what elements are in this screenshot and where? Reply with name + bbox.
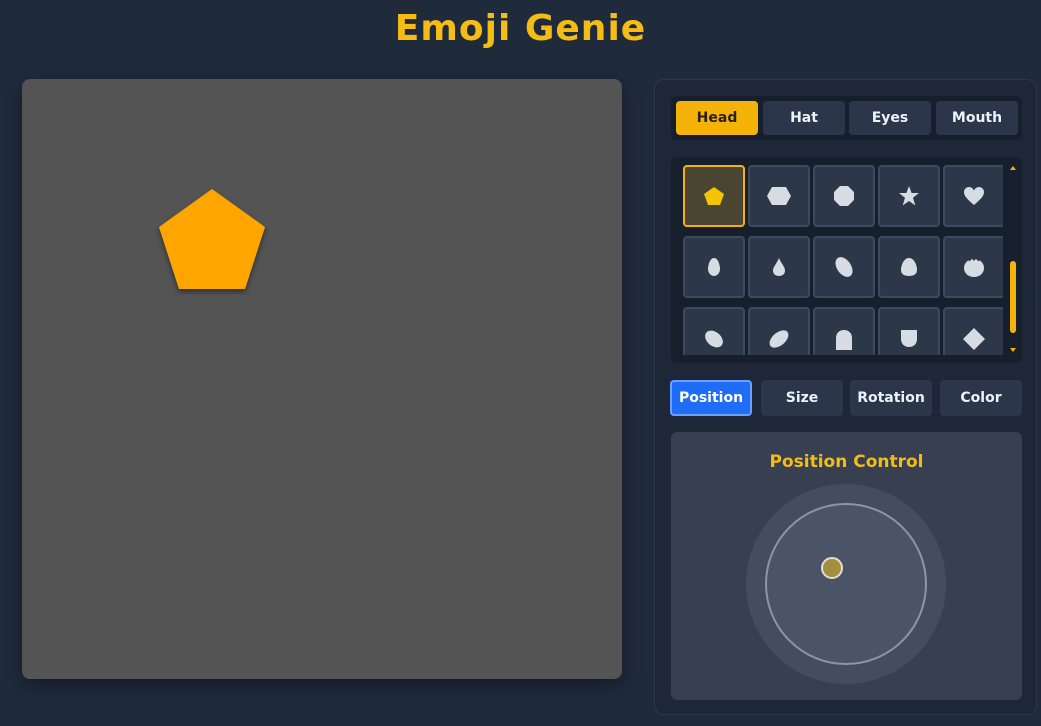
tab-head[interactable]: Head <box>676 101 758 135</box>
hexagon-icon <box>767 187 791 205</box>
egg-icon <box>708 258 720 276</box>
tab-mouth[interactable]: Mouth <box>936 101 1018 135</box>
emoji-head-pentagon[interactable] <box>154 185 270 295</box>
shape-option-egg-round[interactable] <box>878 236 940 298</box>
tilted-ellipse-icon <box>705 330 723 348</box>
control-sidebar: Head Hat Eyes Mouth Position Size Rotati… <box>654 79 1037 715</box>
egg-round-icon <box>901 258 917 276</box>
position-control-panel: Position Control <box>671 432 1022 700</box>
scroll-up-icon[interactable] <box>1009 165 1017 171</box>
tab-rotation[interactable]: Rotation <box>850 380 932 416</box>
heart-icon <box>964 187 984 205</box>
emoji-canvas[interactable] <box>22 79 622 679</box>
property-tabs: Position Size Rotation Color <box>670 380 1022 418</box>
joystick-ring <box>765 503 927 665</box>
shape-option-teardrop[interactable] <box>748 236 810 298</box>
tab-size[interactable]: Size <box>761 380 843 416</box>
tilted-oval-icon <box>835 257 853 277</box>
star-icon <box>899 186 919 206</box>
joystick-knob[interactable] <box>821 557 843 579</box>
shape-grid-scrollbar[interactable] <box>1009 165 1017 355</box>
scroll-down-icon[interactable] <box>1009 347 1017 353</box>
tab-eyes[interactable]: Eyes <box>849 101 931 135</box>
control-title: Position Control <box>769 452 924 472</box>
shape-option-hexagon[interactable] <box>748 165 810 227</box>
shape-option-star[interactable] <box>878 165 940 227</box>
shape-option-heart[interactable] <box>943 165 1003 227</box>
shape-option-tomato[interactable] <box>943 236 1003 298</box>
tab-hat[interactable]: Hat <box>763 101 845 135</box>
shape-option-diamond[interactable] <box>943 307 1003 355</box>
shape-option-octagon[interactable] <box>813 165 875 227</box>
shape-option-leaf-oval[interactable] <box>748 307 810 355</box>
scroll-thumb[interactable] <box>1010 261 1016 333</box>
pentagon-icon <box>704 187 724 205</box>
leaf-oval-icon <box>769 330 789 348</box>
shape-option-shield[interactable] <box>878 307 940 355</box>
shape-option-tilted-ellipse[interactable] <box>683 307 745 355</box>
position-joystick[interactable] <box>746 484 946 684</box>
shape-option-pentagon[interactable] <box>683 165 745 227</box>
octagon-icon <box>834 186 854 206</box>
diamond-icon <box>963 328 985 350</box>
arch-icon <box>836 330 852 350</box>
shape-option-arch[interactable] <box>813 307 875 355</box>
tab-position[interactable]: Position <box>670 380 752 416</box>
tab-color[interactable]: Color <box>940 380 1022 416</box>
category-tabs: Head Hat Eyes Mouth <box>671 96 1022 140</box>
tomato-icon <box>964 257 984 277</box>
shape-option-egg[interactable] <box>683 236 745 298</box>
shield-icon <box>901 330 917 347</box>
app-title: Emoji Genie <box>394 8 647 49</box>
shape-grid <box>671 157 1022 363</box>
teardrop-icon <box>773 258 785 276</box>
shape-option-tilted-oval[interactable] <box>813 236 875 298</box>
